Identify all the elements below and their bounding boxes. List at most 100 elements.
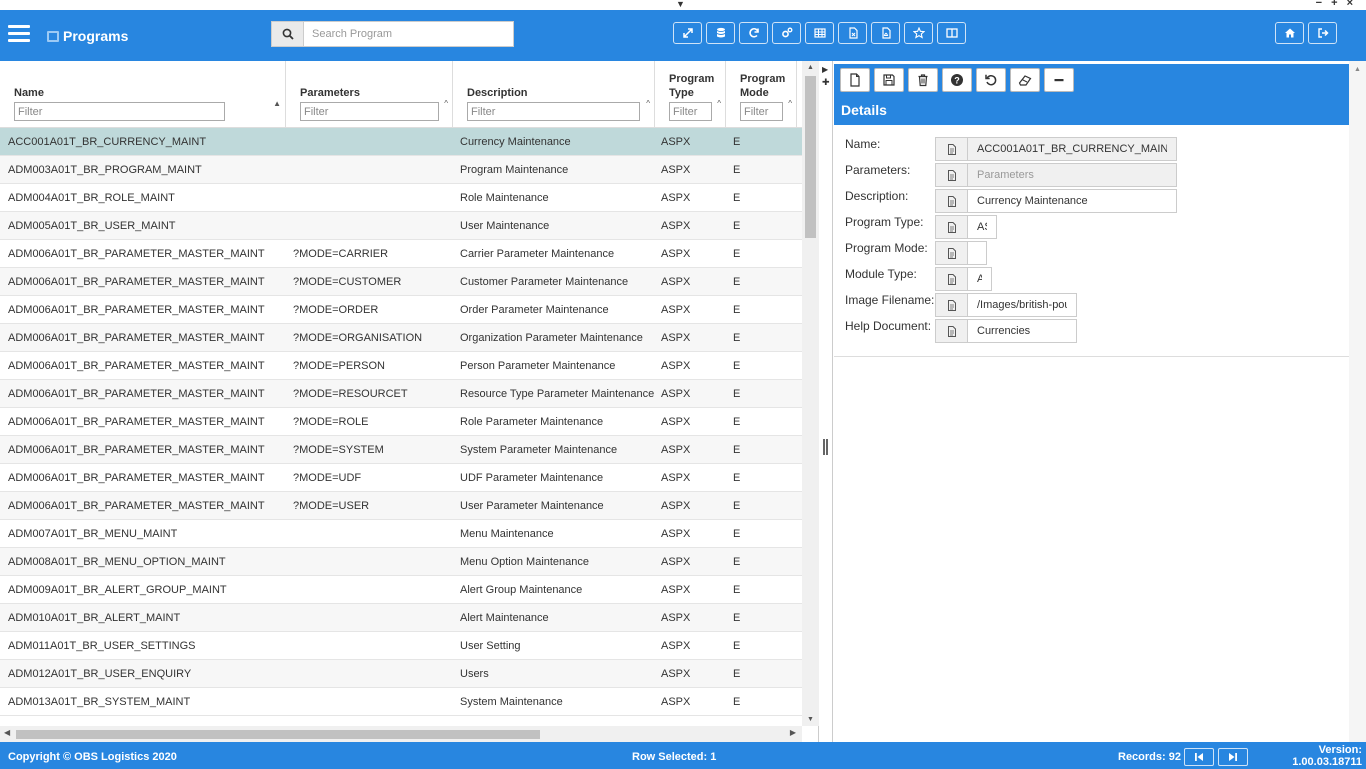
program-type-field[interactable] [968,215,997,239]
scroll-thumb[interactable] [16,730,540,739]
module-type-field[interactable] [968,267,992,291]
table-row[interactable]: ADM006A01T_BR_PARAMETER_MASTER_MAINT ?MOD… [0,240,802,268]
sort-icon[interactable]: ^ [717,99,721,108]
table-row[interactable]: ADM010A01T_BR_ALERT_MAINT Alert Maintenan… [0,604,802,632]
favorite-icon[interactable] [904,22,933,44]
document-icon[interactable] [935,137,968,161]
description-field[interactable] [968,189,1177,213]
table-row[interactable]: ADM006A01T_BR_PARAMETER_MASTER_MAINT ?MOD… [0,492,802,520]
column-header-name[interactable]: Name ▲ [0,61,286,128]
table-row[interactable]: ADM006A01T_BR_PARAMETER_MASTER_MAINT ?MOD… [0,380,802,408]
grid-vertical-scrollbar[interactable]: ▲ ▼ [802,61,819,726]
table-row[interactable]: ADM009A01T_BR_ALERT_GROUP_MAINT Alert Gro… [0,576,802,604]
sort-icon[interactable]: ^ [444,99,448,108]
search-input[interactable] [304,21,514,47]
filter-description-input[interactable] [467,102,640,121]
table-row[interactable]: ADM004A01T_BR_ROLE_MAINT Role Maintenance… [0,184,802,212]
image-filename-field[interactable] [968,293,1077,317]
expand-icon[interactable] [673,22,702,44]
table-row[interactable]: ACC001A01T_BR_CURRENCY_MAINT Currency Mai… [0,128,802,156]
document-icon[interactable] [935,189,968,213]
document-icon[interactable] [935,215,968,239]
filter-program-mode-input[interactable] [740,102,783,121]
database-icon[interactable] [706,22,735,44]
cell-name: ADM005A01T_BR_USER_MAINT [8,220,176,232]
table-row[interactable]: ADM007A01T_BR_MENU_MAINT Menu Maintenance… [0,520,802,548]
cell-parameters: ?MODE=SYSTEM [293,444,384,456]
table-row[interactable]: ADM006A01T_BR_PARAMETER_MASTER_MAINT ?MOD… [0,268,802,296]
filter-name-input[interactable] [14,102,225,121]
column-label: Name [14,87,44,99]
new-icon[interactable] [840,68,870,92]
scroll-up-icon[interactable]: ▲ [807,64,814,71]
save-icon[interactable] [874,68,904,92]
name-field[interactable] [968,137,1177,161]
table-row[interactable]: ADM006A01T_BR_PARAMETER_MASTER_MAINT ?MOD… [0,296,802,324]
scroll-thumb[interactable] [805,76,816,238]
field-label: Description: [845,189,909,203]
help-icon[interactable]: ? [942,68,972,92]
table-row[interactable]: ADM012A01T_BR_USER_ENQUIRY Users ASPX E [0,660,802,688]
table-row[interactable]: ADM006A01T_BR_PARAMETER_MASTER_MAINT ?MOD… [0,324,802,352]
cell-name: ADM003A01T_BR_PROGRAM_MAINT [8,164,202,176]
cell-mode: E [733,640,741,652]
table-row[interactable]: ADM005A01T_BR_USER_MAINT User Maintenance… [0,212,802,240]
table-row[interactable]: ADM006A01T_BR_PARAMETER_MASTER_MAINT ?MOD… [0,464,802,492]
document-icon[interactable] [935,319,968,343]
filter-program-type-input[interactable] [669,102,712,121]
cell-mode: E [733,472,741,484]
hamburger-menu-icon[interactable] [8,25,30,45]
column-header-description[interactable]: Description ^ [453,61,655,128]
columns-icon[interactable] [937,22,966,44]
scroll-left-icon[interactable]: ◀ [4,728,10,737]
first-page-icon[interactable] [1184,748,1214,766]
field-label: Image Filename: [845,293,935,307]
cell-type: ASPX [661,556,691,568]
last-page-icon[interactable] [1218,748,1248,766]
document-icon[interactable] [935,293,968,317]
scroll-right-icon[interactable]: ▶ [790,728,796,737]
pin-icon[interactable]: ✚ [822,77,830,88]
logout-icon[interactable] [1308,22,1337,44]
panel-splitter[interactable]: ▶ ✚ [819,61,833,742]
undo-icon[interactable] [976,68,1006,92]
settings-icon[interactable] [772,22,801,44]
filter-parameters-input[interactable] [300,102,439,121]
table-row[interactable]: ADM008A01T_BR_MENU_OPTION_MAINT Menu Opti… [0,548,802,576]
export-icon[interactable] [838,22,867,44]
document-icon[interactable] [935,163,968,187]
pdf-icon[interactable] [871,22,900,44]
column-header-parameters[interactable]: Parameters ^ [286,61,453,128]
table-row[interactable]: ADM006A01T_BR_PARAMETER_MASTER_MAINT ?MOD… [0,408,802,436]
minimize-icon[interactable] [1044,68,1074,92]
table-row[interactable]: ADM006A01T_BR_PARAMETER_MASTER_MAINT ?MOD… [0,436,802,464]
document-icon[interactable] [935,267,968,291]
help-document-field[interactable] [968,319,1077,343]
refresh-icon[interactable] [739,22,768,44]
home-icon[interactable] [1275,22,1304,44]
column-header-program-mode[interactable]: Program Mode ^ [726,61,797,128]
eraser-icon[interactable] [1010,68,1040,92]
scroll-down-icon[interactable]: ▼ [807,716,814,723]
sort-icon[interactable]: ▲ [273,99,281,108]
collapse-caret-icon[interactable]: ▼ [676,0,685,9]
grid-icon[interactable] [805,22,834,44]
table-row[interactable]: ADM013A01T_BR_SYSTEM_MAINT System Mainten… [0,688,802,716]
table-row[interactable]: ADM011A01T_BR_USER_SETTINGS User Setting A… [0,632,802,660]
table-row[interactable]: ADM003A01T_BR_PROGRAM_MAINT Program Maint… [0,156,802,184]
expand-panel-icon[interactable]: ▶ [822,65,828,74]
sort-icon[interactable]: ^ [646,99,650,108]
document-icon[interactable] [935,241,968,265]
parameters-field[interactable] [968,163,1177,187]
details-vertical-scrollbar[interactable]: ▲ [1349,61,1366,742]
splitter-grip-icon[interactable] [823,439,828,455]
window-controls[interactable]: − + × [1316,0,1356,9]
sort-icon[interactable]: ^ [788,99,792,108]
table-row[interactable]: ADM006A01T_BR_PARAMETER_MASTER_MAINT ?MOD… [0,352,802,380]
scroll-up-icon[interactable]: ▲ [1354,66,1361,73]
program-mode-field[interactable] [968,241,987,265]
search-icon[interactable] [271,21,304,47]
delete-icon[interactable] [908,68,938,92]
column-header-program-type[interactable]: Program Type ^ [655,61,726,128]
grid-horizontal-scrollbar[interactable]: ◀ ▶ [0,726,802,742]
